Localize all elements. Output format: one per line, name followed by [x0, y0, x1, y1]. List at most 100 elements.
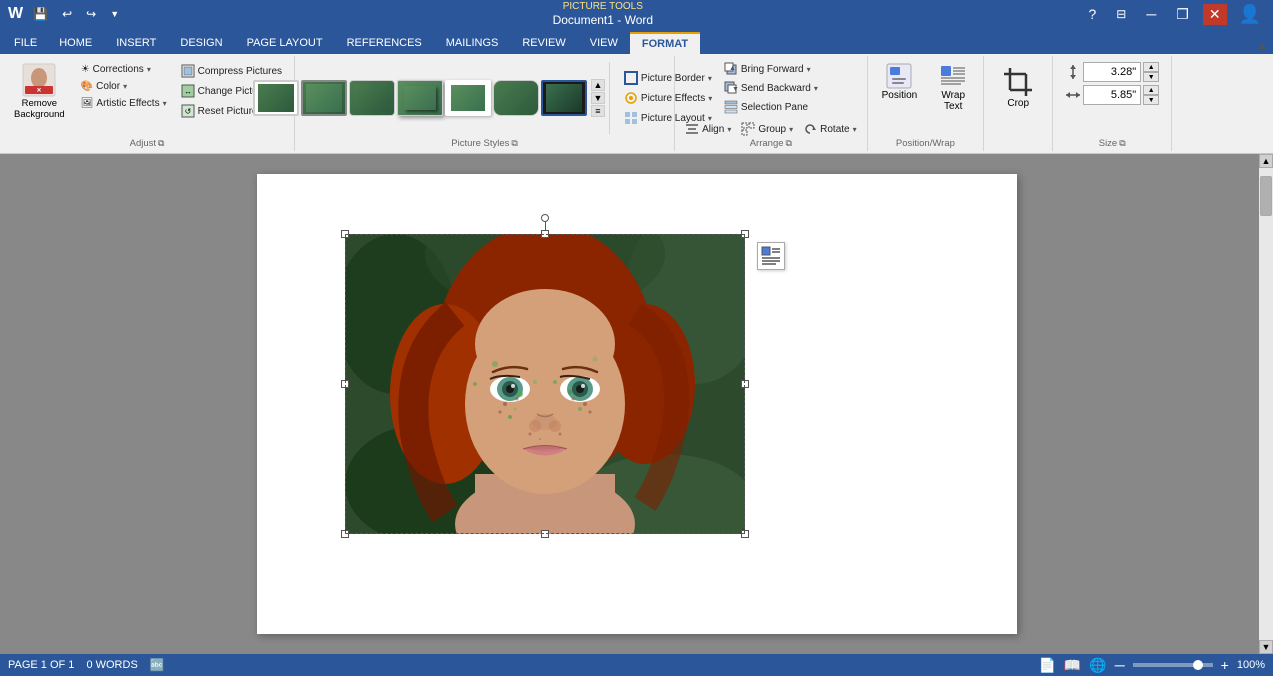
- close-button[interactable]: ✕: [1203, 4, 1227, 25]
- minimize-button[interactable]: ─: [1140, 4, 1162, 24]
- group-button[interactable]: Group ▾: [737, 120, 797, 138]
- tab-view[interactable]: VIEW: [578, 32, 630, 54]
- handle-bottom-right[interactable]: [741, 530, 749, 538]
- position-button[interactable]: Position: [874, 58, 926, 105]
- tab-insert[interactable]: INSERT: [104, 32, 168, 54]
- zoom-thumb[interactable]: [1193, 660, 1203, 670]
- zoom-minus-button[interactable]: ─: [1115, 657, 1125, 673]
- redo-icon[interactable]: ↪: [82, 5, 100, 23]
- styles-gallery: [251, 76, 589, 120]
- style-thumb-5[interactable]: [445, 80, 491, 116]
- picture-styles-expand-icon[interactable]: ⧉: [511, 138, 517, 149]
- height-increment-button[interactable]: ▲: [1143, 62, 1159, 72]
- tab-review[interactable]: REVIEW: [510, 32, 577, 54]
- svg-text:↺: ↺: [184, 107, 191, 116]
- ribbon-tabs: FILE HOME INSERT DESIGN PAGE LAYOUT REFE…: [0, 28, 1273, 54]
- restore-button[interactable]: ❐: [1170, 4, 1195, 25]
- tab-format[interactable]: FORMAT: [630, 32, 700, 54]
- selection-pane-button[interactable]: Selection Pane: [720, 98, 812, 116]
- crop-button[interactable]: Crop: [994, 62, 1042, 113]
- width-input[interactable]: [1083, 85, 1141, 105]
- ribbon-collapse-icon[interactable]: ▲: [1257, 41, 1267, 52]
- color-label: Color: [96, 81, 120, 92]
- ribbon-display-button[interactable]: ⊟: [1110, 5, 1132, 23]
- style-thumb-4[interactable]: [397, 80, 443, 116]
- position-label: Position: [882, 90, 918, 101]
- statusbar-left: PAGE 1 OF 1 0 WORDS 🔤: [8, 658, 165, 672]
- view-web-icon[interactable]: 🌐: [1089, 657, 1106, 674]
- corrections-button[interactable]: ☀ Corrections ▾: [77, 62, 171, 77]
- zoom-plus-button[interactable]: +: [1221, 657, 1229, 673]
- style-thumb-2[interactable]: [301, 80, 347, 116]
- crop-label: Crop: [1007, 98, 1029, 109]
- image-container[interactable]: [345, 234, 745, 534]
- scroll-up-button[interactable]: ▲: [1259, 154, 1273, 168]
- undo-icon[interactable]: ↩: [58, 5, 76, 23]
- gallery-down-arrow[interactable]: ▼: [591, 92, 605, 104]
- send-backward-button[interactable]: ▼ Send Backward ▾: [720, 79, 822, 97]
- statusbar: PAGE 1 OF 1 0 WORDS 🔤 📄 📖 🌐 ─ + 100%: [0, 654, 1273, 676]
- handle-top-center[interactable]: [541, 230, 549, 238]
- view-reading-icon[interactable]: 📖: [1064, 657, 1081, 674]
- color-button[interactable]: 🎨 Color ▾: [77, 79, 171, 94]
- rotate-button[interactable]: Rotate ▾: [799, 120, 860, 138]
- position-wrap-group: Position WrapText Position/Wrap: [868, 56, 985, 151]
- gallery-up-arrow[interactable]: ▲: [591, 79, 605, 91]
- quick-access-more-icon[interactable]: ▼: [106, 7, 123, 21]
- height-icon: [1065, 64, 1081, 80]
- tab-references[interactable]: REFERENCES: [335, 32, 434, 54]
- height-decrement-button[interactable]: ▼: [1143, 72, 1159, 82]
- style-thumb-1[interactable]: [253, 80, 299, 116]
- width-increment-button[interactable]: ▲: [1143, 85, 1159, 95]
- style-thumb-6[interactable]: [493, 80, 539, 116]
- language-icon[interactable]: 🔤: [150, 658, 165, 672]
- rotate-handle[interactable]: [541, 214, 549, 222]
- size-group-label: Size: [1099, 138, 1117, 149]
- handle-middle-right[interactable]: [741, 380, 749, 388]
- account-icon[interactable]: 👤: [1235, 2, 1265, 27]
- tab-design[interactable]: DESIGN: [168, 32, 234, 54]
- handle-bottom-left[interactable]: [341, 530, 349, 538]
- reset-picture-icon: ↺: [181, 104, 195, 118]
- tab-file[interactable]: FILE: [4, 32, 47, 54]
- position-group-label-row: Position/Wrap: [874, 138, 978, 149]
- zoom-slider[interactable]: [1133, 663, 1213, 667]
- tab-home[interactable]: HOME: [47, 32, 104, 54]
- tab-mailings[interactable]: MAILINGS: [434, 32, 511, 54]
- remove-background-label: RemoveBackground: [14, 98, 65, 121]
- handle-top-left[interactable]: [341, 230, 349, 238]
- handle-top-right[interactable]: [741, 230, 749, 238]
- layout-options-icon[interactable]: [757, 242, 785, 270]
- artistic-effects-button[interactable]: 🖼 Artistic Effects ▾: [77, 96, 171, 111]
- adjust-expand-icon[interactable]: ⧉: [158, 138, 164, 149]
- style-thumb-7[interactable]: [541, 80, 587, 116]
- help-button[interactable]: ?: [1083, 4, 1103, 24]
- wrap-text-button[interactable]: WrapText: [929, 58, 977, 116]
- align-button[interactable]: Align ▾: [681, 120, 735, 138]
- style-thumb-3[interactable]: [349, 80, 395, 116]
- titlebar-center: PICTURE TOOLS Document1 - Word: [123, 1, 1082, 27]
- arrange-expand-icon[interactable]: ⧉: [786, 138, 792, 149]
- size-expand-icon[interactable]: ⧉: [1119, 138, 1125, 149]
- gallery-more-arrow[interactable]: ≡: [591, 105, 605, 117]
- width-decrement-button[interactable]: ▼: [1143, 95, 1159, 105]
- align-icon: [685, 122, 699, 136]
- save-icon[interactable]: 💾: [29, 5, 52, 23]
- bring-forward-button[interactable]: ▲ Bring Forward ▾: [720, 60, 815, 78]
- remove-background-button[interactable]: ✕ RemoveBackground: [6, 58, 73, 125]
- artistic-effects-label: Artistic Effects: [96, 98, 159, 109]
- scroll-down-button[interactable]: ▼: [1259, 640, 1273, 654]
- width-spinner: ▲ ▼: [1143, 85, 1159, 105]
- send-backward-label: Send Backward: [741, 83, 811, 94]
- handle-bottom-center[interactable]: [541, 530, 549, 538]
- handle-middle-left[interactable]: [341, 380, 349, 388]
- scroll-thumb[interactable]: [1260, 176, 1272, 216]
- word-logo-icon: W: [8, 5, 23, 23]
- portrait-image[interactable]: [345, 234, 745, 534]
- page-info: PAGE 1 OF 1: [8, 659, 74, 671]
- arrange-group-label: Arrange: [750, 138, 784, 149]
- view-normal-icon[interactable]: 📄: [1038, 657, 1055, 674]
- tab-page-layout[interactable]: PAGE LAYOUT: [235, 32, 335, 54]
- vertical-scrollbar[interactable]: ▲ ▼: [1259, 154, 1273, 654]
- height-input[interactable]: [1083, 62, 1141, 82]
